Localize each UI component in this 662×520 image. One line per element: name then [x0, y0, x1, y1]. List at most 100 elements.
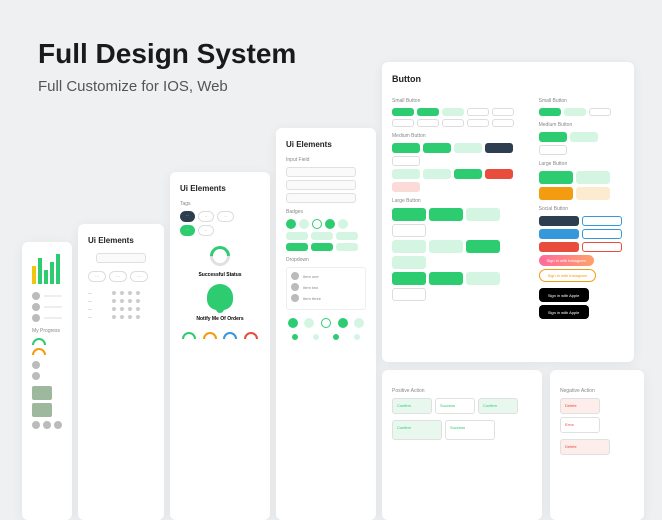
tag-chip[interactable]: ··: [217, 211, 234, 222]
circle-button[interactable]: [321, 318, 331, 328]
large-button[interactable]: [576, 187, 610, 200]
table-row: —: [88, 314, 154, 319]
circle-button[interactable]: [304, 318, 314, 328]
small-button[interactable]: [589, 108, 611, 116]
medium-button[interactable]: [570, 132, 598, 142]
google-button[interactable]: [539, 216, 579, 226]
large-button[interactable]: [429, 208, 463, 221]
action-card[interactable]: Success: [445, 420, 495, 440]
large-button[interactable]: [539, 187, 573, 200]
large-button[interactable]: [466, 208, 500, 221]
medium-button[interactable]: [423, 143, 451, 153]
small-button[interactable]: [417, 108, 439, 116]
text-input[interactable]: [286, 180, 356, 190]
pill-button[interactable]: [286, 243, 308, 251]
large-button[interactable]: [429, 240, 463, 253]
list-item[interactable]: [32, 303, 62, 311]
dropdown-option[interactable]: Item two: [291, 283, 361, 291]
small-button[interactable]: [442, 108, 464, 116]
dropdown-option[interactable]: Item one: [291, 272, 361, 280]
apple-button[interactable]: Sign in with Apple: [539, 288, 589, 302]
large-button[interactable]: [392, 224, 426, 237]
medium-button[interactable]: [392, 143, 420, 153]
action-card[interactable]: Error: [560, 417, 600, 433]
facebook-button[interactable]: [539, 229, 579, 239]
section-label: My Progress: [32, 328, 62, 334]
pill-button[interactable]: [311, 232, 333, 240]
large-button[interactable]: [576, 171, 610, 184]
large-button[interactable]: [392, 240, 426, 253]
social-button[interactable]: [539, 242, 579, 252]
small-button[interactable]: [467, 108, 489, 116]
large-button[interactable]: [466, 240, 500, 253]
small-button[interactable]: [492, 119, 514, 127]
action-card[interactable]: Confirm: [392, 420, 442, 440]
facebook-button-outline[interactable]: [582, 229, 622, 239]
small-button[interactable]: [564, 108, 586, 116]
tag-chip[interactable]: ··: [180, 225, 195, 236]
google-button-outline[interactable]: [582, 216, 622, 226]
action-card[interactable]: Delete: [560, 398, 600, 414]
chip[interactable]: ···: [88, 271, 106, 282]
action-card[interactable]: Delete: [560, 439, 610, 455]
small-button[interactable]: [539, 108, 561, 116]
instagram-button[interactable]: Sign in with Instagram: [539, 255, 594, 266]
medium-button[interactable]: [485, 143, 513, 153]
thumbnail[interactable]: [32, 403, 52, 417]
medium-button[interactable]: [454, 143, 482, 153]
apple-button[interactable]: Sign in with Apple: [539, 305, 589, 319]
small-button[interactable]: [392, 108, 414, 116]
avatar: [43, 421, 51, 429]
large-button[interactable]: [392, 256, 426, 269]
instagram-button-outline[interactable]: Sign in with Instagram: [539, 269, 596, 282]
medium-button[interactable]: [539, 132, 567, 142]
small-button[interactable]: [442, 119, 464, 127]
tag-chip[interactable]: ··: [180, 211, 195, 222]
circle-button[interactable]: [338, 318, 348, 328]
large-button[interactable]: [392, 208, 426, 221]
medium-button[interactable]: [485, 169, 513, 179]
large-button[interactable]: [429, 272, 463, 285]
pill-button[interactable]: [336, 243, 358, 251]
medium-button[interactable]: [392, 169, 420, 179]
social-button-outline[interactable]: [582, 242, 622, 252]
text-input[interactable]: [286, 193, 356, 203]
pill-button[interactable]: [336, 232, 358, 240]
large-button[interactable]: [539, 171, 573, 184]
medium-button[interactable]: [392, 156, 420, 166]
toggle-dot[interactable]: [313, 334, 319, 340]
panel-inputs: Ui Elements Input Field Badges Dropdown …: [276, 128, 376, 520]
medium-button[interactable]: [454, 169, 482, 179]
action-card[interactable]: Success: [435, 398, 475, 414]
large-button[interactable]: [392, 288, 426, 301]
toggle-dot[interactable]: [333, 334, 339, 340]
toggle-dot[interactable]: [354, 334, 360, 340]
circle-button[interactable]: [288, 318, 298, 328]
pill-button[interactable]: [286, 232, 308, 240]
bar-chart: [32, 254, 62, 284]
action-card[interactable]: Confirm: [478, 398, 518, 414]
circle-button[interactable]: [354, 318, 364, 328]
medium-button[interactable]: [392, 182, 420, 192]
toggle-dot[interactable]: [292, 334, 298, 340]
action-card[interactable]: Confirm: [392, 398, 432, 414]
text-input[interactable]: [286, 167, 356, 177]
thumbnail[interactable]: [32, 386, 52, 400]
pill-button[interactable]: [311, 243, 333, 251]
tag-chip[interactable]: ··: [198, 225, 215, 236]
chip[interactable]: ···: [130, 271, 148, 282]
chip[interactable]: ···: [109, 271, 127, 282]
medium-button[interactable]: [539, 145, 567, 155]
dropdown-option[interactable]: Item three: [291, 294, 361, 302]
large-button[interactable]: [466, 272, 500, 285]
medium-button[interactable]: [423, 169, 451, 179]
small-button[interactable]: [492, 108, 514, 116]
small-button[interactable]: [392, 119, 414, 127]
large-button[interactable]: [392, 272, 426, 285]
select-control[interactable]: [96, 253, 146, 263]
tag-chip[interactable]: ··: [198, 211, 215, 222]
list-item[interactable]: [32, 314, 62, 322]
list-item[interactable]: [32, 292, 62, 300]
small-button[interactable]: [467, 119, 489, 127]
small-button[interactable]: [417, 119, 439, 127]
